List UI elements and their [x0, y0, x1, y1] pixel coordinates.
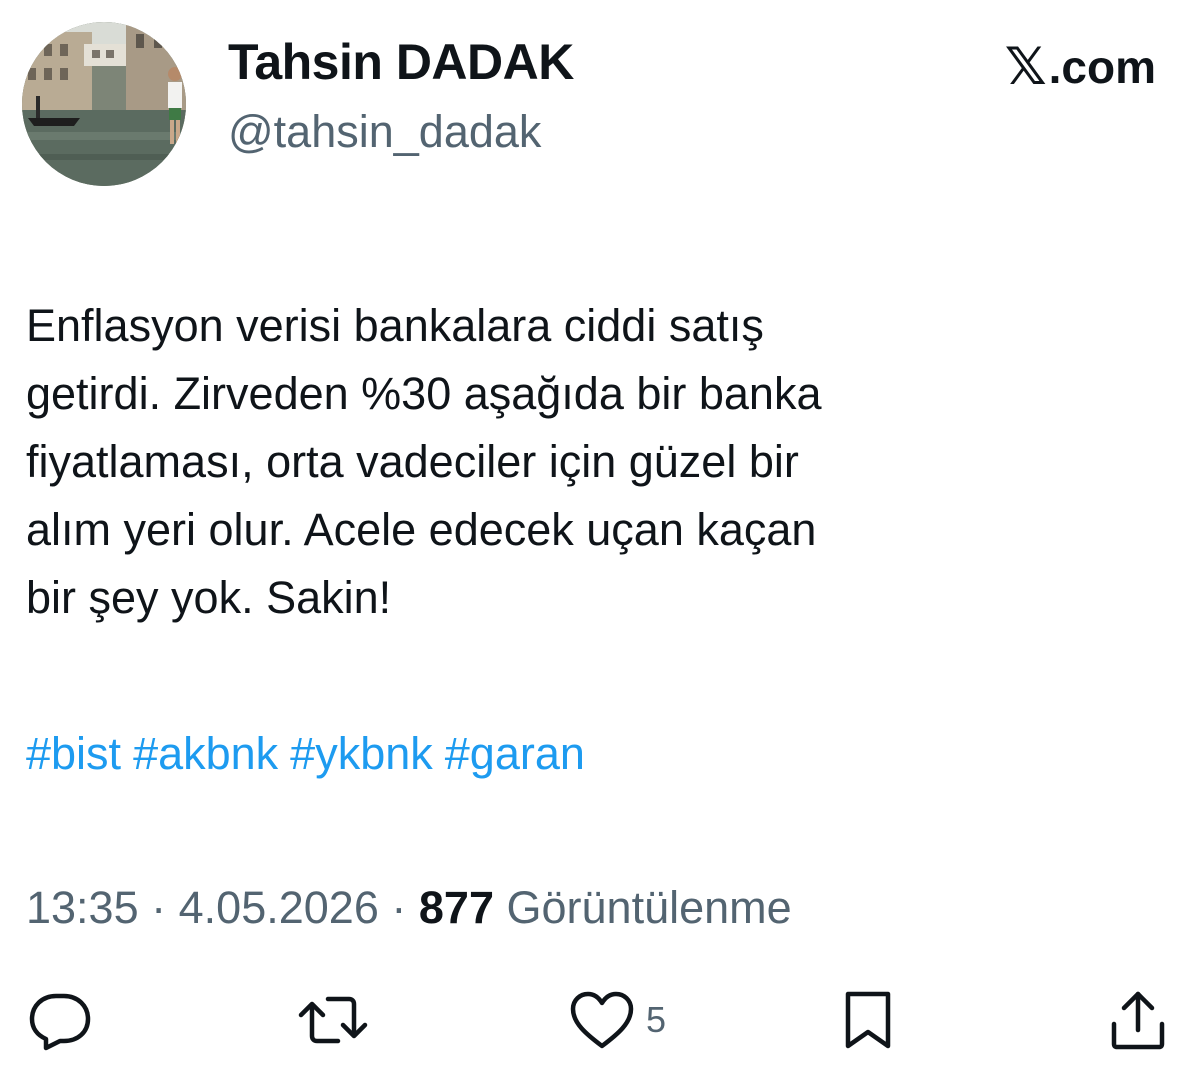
reply-icon	[29, 993, 91, 1051]
display-name[interactable]: Tahsin DADAK	[228, 34, 574, 90]
bookmark-icon	[845, 991, 891, 1049]
reply-button[interactable]	[26, 988, 94, 1052]
retweet-button[interactable]	[296, 988, 370, 1052]
views-label: Görüntülenme	[506, 882, 792, 933]
x-glyph-icon: 𝕏	[1004, 38, 1047, 96]
bookmark-button[interactable]	[838, 988, 898, 1052]
hashtag-link[interactable]: #garan	[445, 728, 585, 779]
profile-avatar[interactable]	[22, 22, 186, 186]
action-bar: 5	[0, 988, 1200, 1052]
user-handle[interactable]: @tahsin_dadak	[228, 106, 541, 158]
retweet-icon	[298, 996, 368, 1044]
heart-icon	[570, 991, 634, 1049]
avatar-photo	[22, 22, 186, 186]
tweet-time[interactable]: 13:35	[26, 882, 139, 933]
hashtag-link[interactable]: #ykbnk	[290, 728, 433, 779]
tweet-meta: 13:35 · 4.05.2026 · 877 Görüntülenme	[26, 876, 792, 940]
brand-domain: .com	[1048, 41, 1156, 93]
hashtag-list: #bist #akbnk #ykbnk #garan	[26, 720, 597, 788]
views-count[interactable]: 877	[419, 882, 494, 933]
hashtag-link[interactable]: #bist	[26, 728, 121, 779]
share-icon	[1111, 991, 1165, 1050]
like-count: 5	[646, 999, 667, 1040]
like-button[interactable]: 5	[568, 988, 666, 1052]
share-button[interactable]	[1106, 988, 1170, 1052]
tweet-date[interactable]: 4.05.2026	[179, 882, 379, 933]
meta-separator: ·	[151, 882, 167, 933]
meta-separator: ·	[391, 882, 407, 933]
hashtag-link[interactable]: #akbnk	[133, 728, 278, 779]
x-logo: 𝕏 .com	[1005, 40, 1156, 94]
tweet-text: Enflasyon verisi bankalara ciddi satış g…	[26, 300, 822, 623]
